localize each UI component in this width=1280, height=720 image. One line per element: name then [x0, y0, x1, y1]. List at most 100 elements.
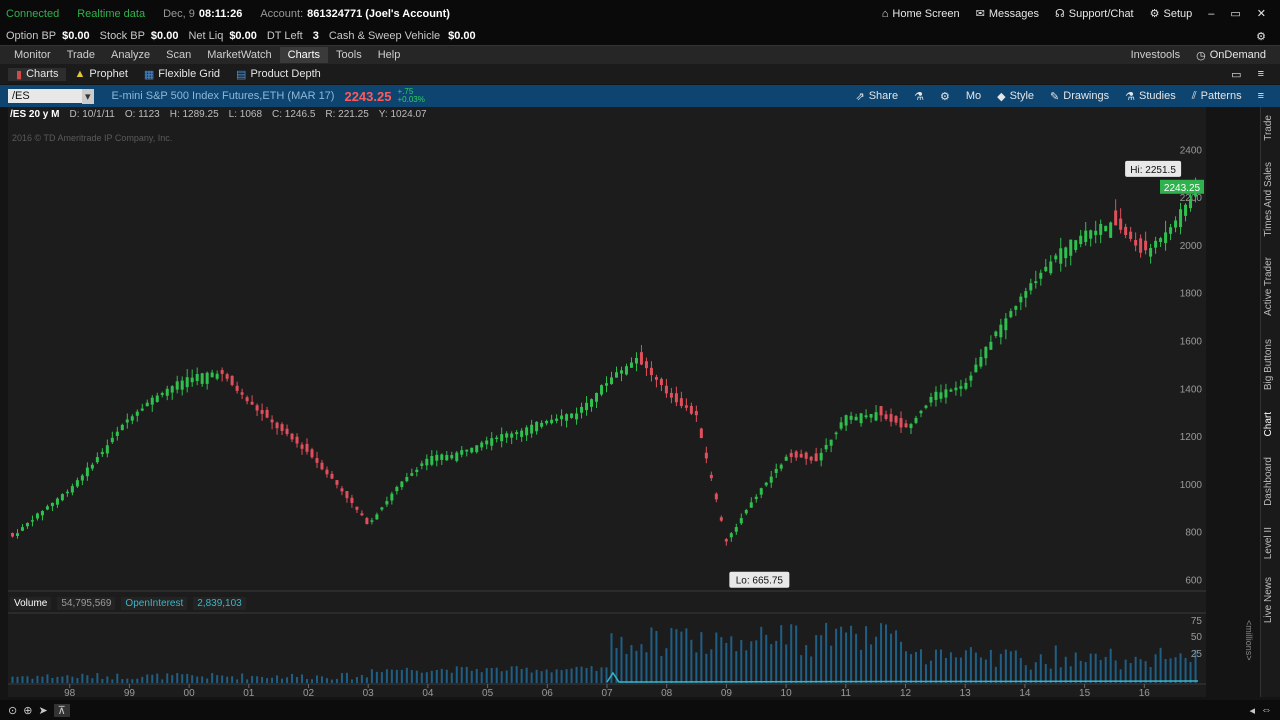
volume-bar [16, 676, 19, 683]
volume-bar [370, 669, 373, 683]
candle-body [340, 488, 344, 492]
volume-bar [1179, 653, 1182, 683]
style-button[interactable]: ◆ Style [989, 90, 1042, 103]
support-chat-button[interactable]: ☊ Support/Chat [1047, 7, 1142, 21]
tab-monitor[interactable]: Monitor [6, 47, 59, 63]
candle-body [934, 391, 938, 400]
candle-body [629, 362, 633, 368]
minimize-button[interactable]: – [1200, 8, 1222, 20]
setup-button[interactable]: ⚙ Setup [1142, 7, 1201, 21]
chart-settings-icon[interactable]: ⚙ [932, 90, 958, 103]
rail-dashboard[interactable]: Dashboard [1263, 457, 1274, 506]
rail-active-trader[interactable]: Active Trader [1263, 257, 1274, 316]
tab-scan[interactable]: Scan [158, 47, 199, 63]
rail-level-ii[interactable]: Level II [1263, 527, 1274, 559]
rail-trade[interactable]: Trade [1263, 115, 1274, 141]
volume-bar [330, 679, 333, 683]
messages-button[interactable]: ✉ Messages [968, 7, 1047, 21]
volume-bar [830, 645, 833, 683]
rail-live-news[interactable]: Live News [1263, 577, 1274, 623]
volume-bar [340, 673, 343, 683]
candle-body [460, 450, 464, 455]
volume-bar [755, 640, 758, 683]
volume-bar [141, 676, 144, 683]
candle-body [1044, 266, 1048, 272]
crosshair-icon[interactable]: ⊙ [8, 704, 17, 717]
volume-bar [550, 672, 553, 683]
candle-body [614, 372, 618, 378]
candle-body [50, 502, 54, 507]
candle-body [649, 367, 653, 376]
scroll-left-icon[interactable]: ◂ [1249, 704, 1255, 717]
rail-chart[interactable]: Chart [1263, 412, 1274, 436]
layout-icon[interactable]: ▭ [1223, 68, 1249, 81]
x-tick-label: 10 [781, 688, 793, 697]
volume-bar [725, 642, 728, 683]
volume-bar [775, 640, 778, 683]
candle-body [1104, 225, 1108, 232]
aggregation-button[interactable]: Mo [958, 90, 989, 102]
rail-times-and-sales[interactable]: Times And Sales [1263, 162, 1274, 237]
flask-icon[interactable]: ⚗ [906, 90, 932, 103]
investools-link[interactable]: Investools [1123, 47, 1189, 63]
candle-body [709, 474, 713, 479]
candle-body [894, 416, 898, 423]
info-low: L: 1068 [228, 109, 263, 120]
zoom-icon[interactable]: ⊕ [23, 704, 32, 717]
tab-charts[interactable]: Charts [279, 47, 329, 63]
expand-panel-icon[interactable]: ⊼ [53, 703, 70, 717]
tab-help[interactable]: Help [370, 47, 409, 63]
settings-gear-icon[interactable]: ⚙ [1248, 30, 1274, 43]
volume-bar [715, 632, 718, 683]
candle-body [295, 436, 299, 444]
menu-icon[interactable]: ≡ [1250, 68, 1272, 80]
tab-marketwatch[interactable]: MarketWatch [199, 47, 279, 63]
ondemand-button[interactable]: ◷ OnDemand [1188, 49, 1274, 62]
close-button[interactable]: ✕ [1249, 7, 1274, 20]
volume-bar [860, 649, 863, 683]
charts-subtab[interactable]: ▮ Charts [8, 67, 67, 81]
flexible-grid-subtab[interactable]: ▦ Flexible Grid [136, 68, 228, 81]
volume-bar [405, 667, 408, 683]
symbol-dropdown-icon[interactable]: ▾ [82, 88, 94, 104]
menu-bar: Monitor Trade Analyze Scan MarketWatch C… [0, 45, 1280, 64]
rail-big-buttons[interactable]: Big Buttons [1263, 339, 1274, 390]
candle-body [1019, 296, 1023, 303]
patterns-icon: ⫽ [1191, 89, 1197, 102]
volume-bar [964, 650, 967, 683]
volume-bar [186, 673, 189, 683]
candle-body [1069, 239, 1073, 256]
candle-body [265, 409, 269, 418]
candle-body [385, 501, 389, 505]
product-depth-subtab[interactable]: ▤ Product Depth [228, 68, 329, 81]
candle-body [510, 433, 514, 438]
tab-analyze[interactable]: Analyze [103, 47, 158, 63]
volume-bar [630, 645, 633, 683]
chart-menu-icon[interactable]: ≡ [1250, 90, 1272, 102]
volume-bar [535, 669, 538, 683]
scroll-right-icon[interactable]: ⇔ [1261, 704, 1272, 716]
candle-body [435, 454, 439, 461]
tab-trade[interactable]: Trade [59, 47, 103, 63]
volume-bar [475, 668, 478, 683]
volume-bar [500, 671, 503, 683]
tab-tools[interactable]: Tools [328, 47, 370, 63]
cursor-icon[interactable]: ➤ [38, 704, 47, 717]
volume-bar [665, 648, 668, 683]
maximize-button[interactable]: ▭ [1222, 7, 1248, 20]
volume-bar [1084, 662, 1087, 683]
volume-bar [655, 630, 658, 683]
home-screen-button[interactable]: ⌂ Home Screen [874, 8, 968, 20]
volume-bar [465, 666, 468, 683]
studies-button[interactable]: ⚗ Studies [1117, 90, 1184, 103]
symbol-input[interactable]: /ES [8, 89, 82, 103]
prophet-subtab[interactable]: ▲ Prophet [66, 68, 135, 80]
patterns-button[interactable]: ⫽ Patterns [1184, 90, 1250, 103]
drawings-button[interactable]: ✎ Drawings [1042, 90, 1117, 103]
candle-body [784, 456, 788, 461]
volume-bar [795, 625, 798, 683]
candle-body [235, 385, 239, 391]
account-value[interactable]: 861324771 (Joel's Account) [307, 8, 450, 20]
share-button[interactable]: ⇗ Share [848, 90, 907, 103]
candle-body [1189, 199, 1193, 209]
